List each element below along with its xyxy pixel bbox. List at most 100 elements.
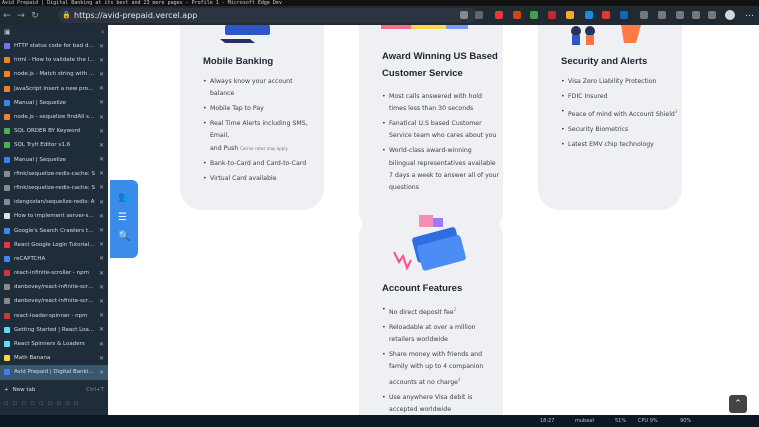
- close-icon[interactable]: ✕: [99, 43, 104, 50]
- scroll-to-top-button[interactable]: ⌃: [729, 395, 747, 413]
- sidebar-tab[interactable]: rfink/sequelize-redis-cache: S ✕: [0, 181, 108, 195]
- floating-action-panel: 👥 ☰ 🔍: [110, 180, 138, 258]
- back-icon[interactable]: ←: [0, 11, 14, 21]
- extension-icon[interactable]: [585, 11, 593, 19]
- close-icon[interactable]: ✕: [99, 213, 104, 220]
- close-icon[interactable]: ✕: [99, 227, 104, 234]
- close-icon[interactable]: ✕: [99, 142, 104, 149]
- sidebar-tab[interactable]: react-loader-spinner - npm ✕: [0, 309, 108, 323]
- tab-title: rfink/sequelize-redis-cache: S: [14, 184, 95, 191]
- refresh-icon[interactable]: ↻: [28, 11, 42, 21]
- downloads-icon[interactable]: [676, 11, 684, 19]
- sidebar-tab[interactable]: Google's Search Crawlers to fe ✕: [0, 223, 108, 237]
- sidebar-tab[interactable]: Avid Prepaid | Digital Banking ✕: [0, 365, 108, 380]
- sidebar-tab[interactable]: React Spinners & Loaders ✕: [0, 337, 108, 351]
- users-icon[interactable]: 👥: [118, 192, 130, 203]
- search-icon[interactable]: 🔍: [118, 231, 130, 242]
- tab-actions-icon[interactable]: ▣: [4, 28, 11, 36]
- sidebar-tab[interactable]: reCAPTCHA ✕: [0, 252, 108, 266]
- favorites-icon[interactable]: [658, 11, 666, 19]
- security-illustration: [571, 25, 641, 45]
- feature-list: No direct deposit fee2 Reloadable at ove…: [382, 304, 500, 415]
- list-icon[interactable]: ☰: [118, 212, 127, 223]
- close-icon[interactable]: ✕: [99, 156, 104, 163]
- extension-icon[interactable]: [640, 11, 648, 19]
- collections-icon[interactable]: [708, 11, 716, 19]
- sidebar-tab[interactable]: react-infinite-scroller - npm ✕: [0, 266, 108, 280]
- sidebar-tab[interactable]: danbovey/react-infinite-scroller ✕: [0, 280, 108, 294]
- extension-icon[interactable]: [475, 11, 483, 19]
- sidebar-tab[interactable]: Manual | Sequelize ✕: [0, 96, 108, 110]
- sidebar-tab[interactable]: Manual | Sequelize ✕: [0, 153, 108, 167]
- close-icon[interactable]: ✕: [99, 355, 104, 362]
- new-tab-button[interactable]: + New tab Ctrl+T: [0, 383, 108, 397]
- collapse-sidebar-icon[interactable]: ‹: [101, 28, 104, 36]
- extension-icon[interactable]: [530, 11, 538, 19]
- close-icon[interactable]: ✕: [99, 114, 104, 121]
- feature-item: Latest EMV chip technology: [561, 139, 679, 151]
- favicon-icon: [4, 170, 10, 177]
- close-icon[interactable]: ✕: [99, 128, 104, 135]
- forward-icon[interactable]: →: [14, 11, 28, 21]
- close-icon[interactable]: ✕: [99, 284, 104, 291]
- feature-list: Most calls answered with hold times less…: [382, 91, 500, 197]
- address-bar[interactable]: 🔒 https://avid-prepaid.vercel.app: [58, 8, 478, 23]
- tab-title: SQL ORDER BY Keyword: [14, 128, 81, 135]
- tab-title: danbovey/react-infinite-scroller: [14, 284, 95, 291]
- sidebar-tab[interactable]: How to implement server-side ✕: [0, 209, 108, 223]
- tab-title: node.js - Match string with values: [14, 71, 95, 78]
- extension-icon[interactable]: [460, 11, 468, 19]
- tab-title: Manual | Sequelize: [14, 156, 66, 163]
- sidebar-tab[interactable]: idangozlan/sequelize-redis: A ✕: [0, 195, 108, 209]
- close-icon[interactable]: ✕: [99, 255, 104, 262]
- close-icon[interactable]: ✕: [99, 326, 104, 333]
- extension-icon[interactable]: [566, 11, 574, 19]
- tab-title: Math Banana: [14, 355, 51, 362]
- extension-icon[interactable]: [620, 11, 628, 19]
- close-icon[interactable]: ✕: [99, 312, 104, 319]
- cpu-status: CPU 9%: [638, 418, 658, 424]
- feature-item: Always know your account balance: [203, 76, 318, 100]
- plus-icon: +: [4, 387, 9, 393]
- close-icon[interactable]: ✕: [99, 71, 104, 78]
- extension-icon[interactable]: [495, 11, 503, 19]
- sidebar-tab[interactable]: SQL ORDER BY Keyword ✕: [0, 124, 108, 138]
- new-tab-label: New tab: [12, 387, 36, 393]
- close-icon[interactable]: ✕: [99, 184, 104, 191]
- sidebar-tab[interactable]: React Google Login Tutorial: U ✕: [0, 238, 108, 252]
- sidebar-tab[interactable]: node.js - Match string with values ✕: [0, 67, 108, 81]
- close-icon[interactable]: ✕: [99, 270, 104, 277]
- extension-icon[interactable]: [602, 11, 610, 19]
- favicon-icon: [4, 43, 10, 50]
- close-icon[interactable]: ✕: [99, 199, 104, 206]
- close-icon[interactable]: ✕: [99, 57, 104, 64]
- profile-avatar[interactable]: [725, 10, 735, 20]
- sidebar-tab[interactable]: JavaScript insert a new property ✕: [0, 82, 108, 96]
- close-icon[interactable]: ✕: [99, 241, 104, 248]
- sidebar-tab[interactable]: html - How to validate the length ✕: [0, 53, 108, 67]
- feature-item: Mobile Tap to Pay: [203, 103, 318, 115]
- history-icon[interactable]: [692, 11, 700, 19]
- clock: 18:27: [540, 418, 555, 424]
- more-icon[interactable]: …: [745, 9, 754, 19]
- close-icon[interactable]: ✕: [99, 99, 104, 106]
- sidebar-tab[interactable]: rfink/sequelize-redis-cache: S ✕: [0, 167, 108, 181]
- card-title: Award Winning US Based Customer Service: [382, 48, 498, 82]
- sidebar-tab[interactable]: Math Banana ✕: [0, 351, 108, 365]
- sidebar-tab[interactable]: Getting Started | React Loader ✕: [0, 323, 108, 337]
- feature-item: Use anywhere Visa debit is accepted worl…: [382, 392, 500, 415]
- close-icon[interactable]: ✕: [99, 298, 104, 305]
- sidebar-tab[interactable]: node.js - sequelize findAll sort ✕: [0, 110, 108, 124]
- footnote-marker: 3: [674, 109, 678, 114]
- close-icon[interactable]: ✕: [99, 85, 104, 92]
- cards-illustration: [393, 215, 466, 271]
- close-icon[interactable]: ✕: [99, 341, 104, 348]
- close-icon[interactable]: ✕: [99, 170, 104, 177]
- lock-icon: 🔒: [62, 11, 71, 19]
- sidebar-tab[interactable]: danbovey/react-infinite-scroller ✕: [0, 294, 108, 308]
- extension-icon[interactable]: [513, 11, 521, 19]
- close-icon[interactable]: ✕: [99, 369, 104, 376]
- sidebar-tab[interactable]: HTTP status code for bad data ✕: [0, 39, 108, 53]
- sidebar-tab[interactable]: SQL TryIt Editor v1.6 ✕: [0, 138, 108, 152]
- extension-icon[interactable]: [548, 11, 556, 19]
